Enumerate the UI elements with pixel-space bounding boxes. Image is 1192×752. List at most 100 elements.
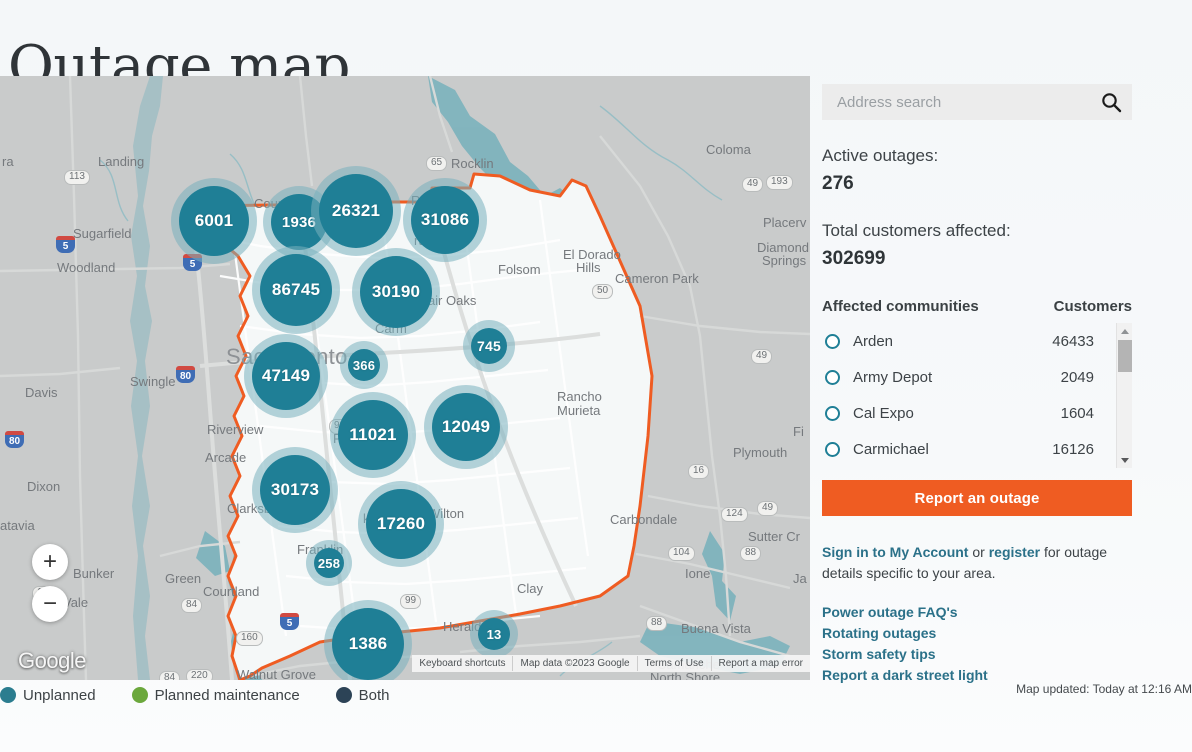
community-radio-button[interactable] [825, 369, 840, 385]
community-list-item[interactable]: Cal Expo 1604 [822, 395, 1114, 431]
active-outages-value: 276 [822, 173, 854, 194]
interstate-shield-icon: 5 [56, 236, 75, 253]
route-shield-icon: 193 [766, 175, 793, 190]
report-map-error-link[interactable]: Report a map error [710, 656, 810, 671]
map-attribution-bar[interactable]: Keyboard shortcuts Map data ©2023 Google… [412, 655, 810, 672]
active-outages-label: Active outages: [822, 146, 939, 165]
register-link[interactable]: register [989, 544, 1040, 560]
route-shield-icon: 49 [742, 177, 764, 192]
outage-cluster-count: 31086 [411, 186, 479, 254]
outage-cluster-count: 13 [478, 618, 510, 650]
report-outage-button[interactable]: Report an outage [822, 480, 1132, 516]
outage-cluster-count: 86745 [260, 254, 332, 326]
quick-link[interactable]: Rotating outages [822, 623, 1132, 644]
outage-cluster-marker[interactable]: 86745 [252, 246, 340, 334]
community-radio-button[interactable] [825, 441, 840, 457]
scroll-up-arrow-icon[interactable] [1117, 323, 1132, 339]
scroll-down-arrow-icon[interactable] [1117, 452, 1132, 468]
communities-scrollbar[interactable] [1116, 323, 1132, 468]
community-name: Arden [853, 332, 894, 350]
legend-color-dot-icon [0, 687, 16, 703]
outage-cluster-marker[interactable]: 1386 [324, 600, 412, 680]
community-radio-button[interactable] [825, 333, 840, 349]
quick-link[interactable]: Storm safety tips [822, 644, 1132, 665]
outage-cluster-marker[interactable]: 745 [463, 320, 515, 372]
outage-cluster-marker[interactable]: 17260 [358, 481, 444, 567]
outage-cluster-count: 745 [471, 328, 507, 364]
outage-cluster-marker[interactable]: 6001 [171, 178, 257, 264]
community-list-item[interactable]: Army Depot 2049 [822, 359, 1114, 395]
legend-color-dot-icon [131, 687, 148, 703]
total-customers-value: 302699 [822, 248, 886, 269]
map-canvas[interactable]: raLandingSugarfieldWoodlandCounsmanRockl… [0, 76, 810, 680]
community-list-item[interactable] [822, 467, 1114, 468]
route-shield-icon: 113 [64, 170, 90, 185]
route-shield-icon: 49 [757, 501, 779, 516]
community-customer-count: 16126 [1052, 440, 1094, 458]
communities-list[interactable]: Arden 46433 Army Depot 2049 Cal Expo 1604 Carm… [822, 323, 1114, 468]
map-legend: Unplanned Planned maintenance Both [0, 680, 810, 710]
community-customer-count: 46433 [1052, 332, 1094, 350]
community-list-item[interactable]: Carmichael 16126 [822, 431, 1114, 467]
outage-cluster-count: 26321 [319, 174, 393, 248]
outage-cluster-count: 12049 [432, 393, 500, 461]
outage-cluster-count: 6001 [179, 186, 249, 256]
address-search-bar[interactable] [822, 84, 1132, 120]
outage-cluster-marker[interactable]: 26321 [311, 166, 401, 256]
map-data-copyright: Map data ©2023 Google [512, 656, 636, 671]
communities-name-header: Affected communities [822, 298, 979, 315]
outage-cluster-count: 17260 [366, 489, 436, 559]
sign-in-link[interactable]: Sign in to My Account [822, 544, 968, 560]
outage-cluster-marker[interactable]: 47149 [244, 334, 328, 418]
communities-list-container[interactable]: Arden 46433 Army Depot 2049 Cal Expo 1604 Carm… [822, 323, 1132, 468]
outage-cluster-count: 11021 [338, 400, 408, 470]
community-name: Carmichael [853, 440, 929, 458]
outage-cluster-marker[interactable]: 12049 [424, 385, 508, 469]
outage-cluster-marker[interactable]: 13 [470, 610, 518, 658]
route-shield-icon: 104 [668, 546, 695, 561]
google-logo: Google [18, 648, 86, 673]
outage-cluster-count: 30173 [260, 455, 330, 525]
route-shield-icon: 88 [646, 616, 668, 631]
quick-links-list[interactable]: Power outage FAQ's Rotating outages Storm … [822, 602, 1132, 686]
outage-cluster-marker[interactable]: 30173 [252, 447, 338, 533]
route-shield-icon: 84 [159, 671, 181, 680]
interstate-shield-icon: 5 [280, 613, 299, 630]
route-shield-icon: 99 [400, 594, 422, 609]
quick-link[interactable]: Report a dark street light [822, 665, 1132, 686]
map-zoom-controls[interactable]: + − [32, 544, 68, 628]
terms-of-use-link[interactable]: Terms of Use [636, 656, 711, 671]
signin-prompt: Sign in to My Account or register for ou… [822, 542, 1134, 584]
outage-cluster-count: 30190 [360, 256, 432, 328]
outage-map-page: Outage map ra Landing Sugarfield Woodlan… [0, 0, 1192, 752]
zoom-out-button[interactable]: − [32, 586, 68, 622]
community-list-item[interactable]: Arden 46433 [822, 323, 1114, 359]
outage-cluster-marker[interactable]: 11021 [330, 392, 416, 478]
interstate-shield-icon: 80 [5, 431, 24, 448]
outage-cluster-count: 1386 [332, 608, 404, 680]
map-base-layer [0, 76, 810, 680]
search-icon [1102, 93, 1122, 113]
outage-cluster-marker[interactable]: 30190 [352, 248, 440, 336]
route-shield-icon: 84 [181, 598, 203, 613]
route-shield-icon: 124 [721, 507, 748, 522]
community-name: Army Depot [853, 368, 933, 386]
outage-cluster-marker[interactable]: 31086 [403, 178, 487, 262]
quick-link[interactable]: Power outage FAQ's [822, 602, 1132, 623]
community-customer-count: 2049 [1060, 368, 1094, 386]
scrollbar-thumb[interactable] [1118, 340, 1132, 372]
community-radio-button[interactable] [825, 405, 840, 421]
route-shield-icon: 16 [688, 464, 710, 479]
legend-label: Both [358, 686, 390, 704]
community-customer-count: 1604 [1060, 404, 1094, 422]
sidebar-panel: Active outages: 276 Total customers affe… [822, 84, 1132, 686]
zoom-in-button[interactable]: + [32, 544, 68, 580]
outage-cluster-marker[interactable]: 258 [306, 540, 352, 586]
search-input[interactable] [835, 85, 1090, 119]
route-shield-icon: 50 [592, 284, 614, 299]
outage-cluster-count: 47149 [252, 342, 320, 410]
keyboard-shortcuts-link[interactable]: Keyboard shortcuts [412, 656, 512, 671]
outage-cluster-marker[interactable]: 366 [340, 341, 388, 389]
legend-label: Unplanned [23, 686, 96, 704]
search-button[interactable] [1100, 91, 1122, 113]
